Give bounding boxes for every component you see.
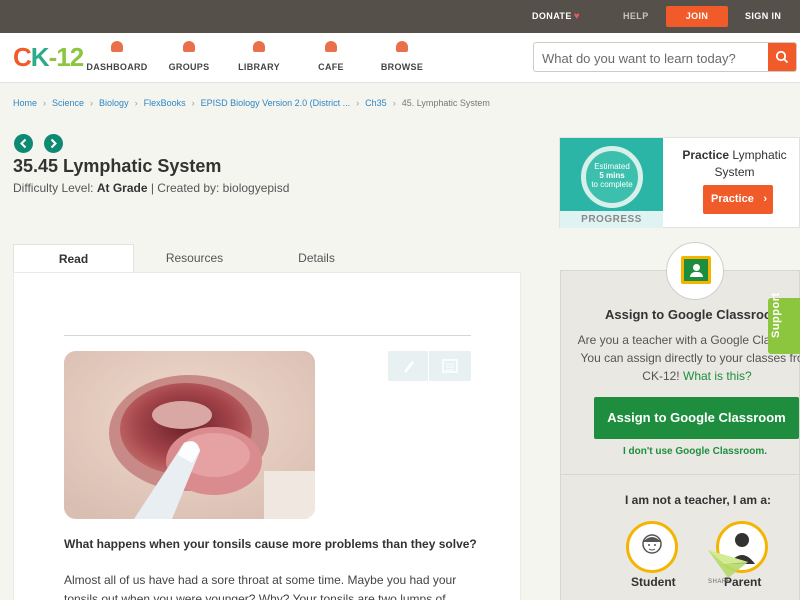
top-bar: DONATE ♥ HELP JOIN SIGN IN [0,0,800,33]
nav-groups[interactable]: GROUPS [152,41,226,75]
browse-icon [396,41,408,52]
search-button[interactable] [768,43,796,71]
student-label: Student [631,575,676,589]
practice-title: Practice Lymphatic System [682,148,787,179]
chevron-right-icon [50,138,57,149]
breadcrumb-current: 45. Lymphatic System [401,98,490,108]
article-lead: What happens when your tonsils cause mor… [64,537,477,551]
highlight-tool[interactable] [388,351,429,381]
share-button[interactable]: SHARE [706,548,752,585]
heart-icon: ♥ [573,11,581,22]
search-box [533,42,797,72]
article-paragraph: Almost all of us have had a sore throat … [64,573,457,600]
practice-card: Estimated 5 mins to complete PROGRESS Prac… [559,137,800,228]
divider [560,474,800,475]
nav-dashboard[interactable]: DASHBOARD [80,41,154,75]
cafe-icon [325,41,337,52]
search-icon [775,50,789,64]
breadcrumb-flexbooks[interactable]: FlexBooks [144,98,186,108]
breadcrumb: Home › Science › Biology › FlexBooks › EPISD Bio… [13,98,490,108]
donate-link[interactable]: DONATE ♥ [532,0,580,33]
google-panel-title: Assign to Google Classroom [605,307,784,322]
nav-browse[interactable]: BROWSE [365,41,439,75]
breadcrumb-biology[interactable]: Biology [99,98,129,108]
content-tabs: Read Resources Details [13,244,521,273]
student-icon [642,534,662,554]
tonsils-photo [64,351,315,519]
notes-icon [442,359,458,373]
annotation-tools [388,351,471,381]
student-role-button[interactable] [626,521,678,573]
breadcrumb-science[interactable]: Science [52,98,84,108]
role-prompt: I am not a teacher, I am a: [625,493,772,507]
groups-icon [183,41,195,52]
pencil-icon [404,361,414,373]
breadcrumb-book[interactable]: EPISD Biology Version 2.0 (District ... [201,98,351,108]
main-header: CK-12 DASHBOARD GROUPS LIBRARY CAFE BROW… [0,33,800,83]
previous-button[interactable] [14,134,33,153]
breadcrumb-chapter[interactable]: Ch35 [365,98,387,108]
support-tab[interactable]: Support [768,292,800,354]
tab-details[interactable]: Details [256,244,377,273]
page-title: 35.45 Lymphatic System [13,156,222,176]
classroom-icon [681,256,711,284]
tab-resources[interactable]: Resources [134,244,255,273]
tab-read[interactable]: Read [13,244,134,273]
dashboard-icon [111,41,123,52]
google-panel-text: Are you a teacher with a Google Classroo… [577,333,800,383]
difficulty-value: At Grade [96,181,148,195]
what-is-this-link[interactable]: What is this? [683,369,752,383]
page-meta: Difficulty Level: At Grade | Created by:… [13,181,290,195]
progress-label: PROGRESS [560,211,663,228]
practice-button[interactable]: Practice › [703,185,773,214]
no-google-classroom-link[interactable]: I don't use Google Classroom. [623,446,767,457]
share-icon [708,550,748,578]
breadcrumb-home[interactable]: Home [13,98,37,108]
chevron-right-icon: › [763,193,767,205]
ck12-logo[interactable]: CK-12 [13,42,84,73]
chevron-left-icon [20,138,27,149]
article-content: What happens when your tonsils cause mor… [13,272,521,600]
next-button[interactable] [44,134,63,153]
practice-thumbnail[interactable]: Estimated 5 mins to complete PROGRESS [560,138,663,228]
signin-link[interactable]: SIGN IN [745,0,781,33]
library-icon [253,41,265,52]
nav-cafe[interactable]: CAFE [294,41,368,75]
assign-google-classroom-button[interactable]: Assign to Google Classroom [594,397,799,439]
google-classroom-logo [666,242,724,300]
join-button[interactable]: JOIN [666,6,728,27]
nav-library[interactable]: LIBRARY [222,41,296,75]
divider [64,335,471,336]
notes-tool[interactable] [430,351,471,381]
help-link[interactable]: HELP [623,0,649,33]
progress-ring: Estimated 5 mins to complete [581,146,643,208]
search-input[interactable] [542,49,764,67]
